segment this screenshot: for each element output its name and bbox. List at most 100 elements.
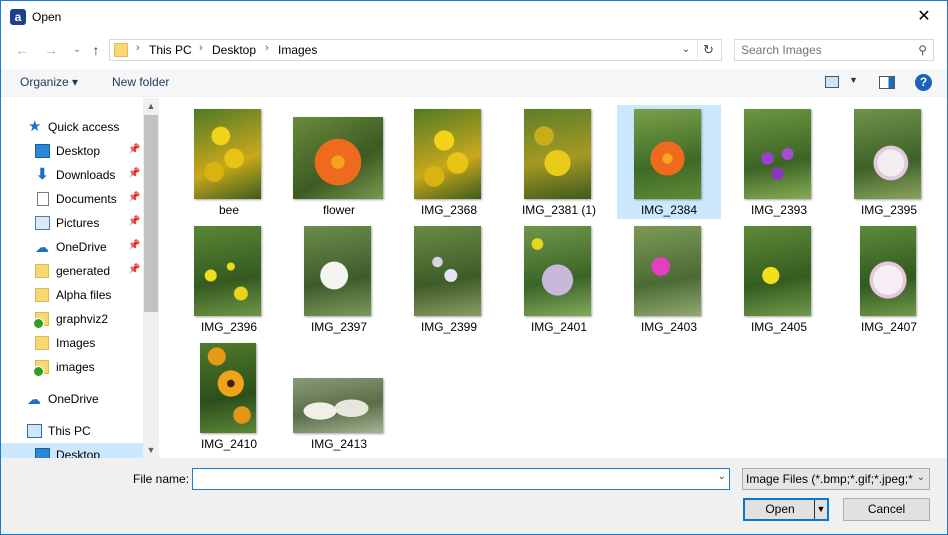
cloud-icon: ☁ <box>27 391 41 407</box>
command-bar: Organize ▾ New folder ▼ ? <box>1 69 947 97</box>
open-split-arrow-icon[interactable]: ▼ <box>814 500 827 519</box>
file-name-label: File name: <box>133 472 190 486</box>
image-thumbnail <box>634 226 701 316</box>
image-thumbnail <box>854 109 921 199</box>
image-thumbnail <box>524 109 591 199</box>
image-thumbnail <box>194 226 261 316</box>
file-item[interactable]: IMG_2399 <box>397 222 501 336</box>
file-type-value: Image Files (*.bmp;*.gif;*.jpeg;* <box>746 472 913 486</box>
file-item[interactable]: IMG_2403 <box>617 222 721 336</box>
file-type-select[interactable]: Image Files (*.bmp;*.gif;*.jpeg;* ⌄ <box>742 468 930 490</box>
file-item[interactable]: IMG_2368 <box>397 105 501 219</box>
image-thumbnail <box>414 109 481 199</box>
file-item[interactable]: IMG_2393 <box>727 105 831 219</box>
image-thumbnail <box>414 226 481 316</box>
computer-icon <box>27 424 42 438</box>
breadcrumb-images[interactable]: Images <box>278 43 317 57</box>
sidebar-item-images[interactable]: Images <box>1 331 143 355</box>
scroll-up-arrow-icon[interactable]: ▲ <box>143 98 159 114</box>
sidebar-item-generated[interactable]: generated 📌 <box>1 259 143 283</box>
sidebar-item-onedrive-root[interactable]: ☁ OneDrive <box>1 387 143 411</box>
folder-icon <box>35 336 49 350</box>
documents-icon <box>37 192 49 206</box>
folder-icon <box>114 43 128 57</box>
file-item[interactable]: IMG_2407 <box>837 222 941 336</box>
image-thumbnail <box>744 226 811 316</box>
footer-panel: File name: ⌄ Image Files (*.bmp;*.gif;*.… <box>1 458 947 534</box>
preview-pane-icon[interactable] <box>879 76 895 89</box>
open-button[interactable]: Open ▼ <box>743 498 829 521</box>
image-thumbnail <box>304 226 371 316</box>
image-thumbnail <box>634 109 701 199</box>
forward-button[interactable]: → <box>41 41 61 59</box>
file-item[interactable]: IMG_2401 <box>507 222 611 336</box>
sidebar-item-alpha-files[interactable]: Alpha files <box>1 283 143 307</box>
file-name-input[interactable] <box>193 469 708 489</box>
file-item[interactable]: IMG_2413 <box>287 339 391 453</box>
sidebar-item-onedrive[interactable]: ☁ OneDrive 📌 <box>1 235 143 259</box>
sidebar-item-images-synced[interactable]: images <box>1 355 143 379</box>
title-bar: a Open ✕ <box>1 1 947 33</box>
help-icon[interactable]: ? <box>915 74 932 91</box>
pin-icon: 📌 <box>128 144 141 155</box>
cancel-button[interactable]: Cancel <box>843 498 930 521</box>
sidebar-item-graphviz2[interactable]: graphviz2 <box>1 307 143 331</box>
image-thumbnail <box>194 109 261 199</box>
navigation-pane: ★ Quick access Desktop 📌 ⬇ Downloads 📌 D… <box>1 98 159 458</box>
search-input[interactable] <box>735 40 905 60</box>
close-button[interactable]: ✕ <box>901 1 947 33</box>
chevron-down-icon[interactable]: ▼ <box>849 75 858 85</box>
chevron-down-icon: ⌄ <box>916 472 925 483</box>
sidebar-item-documents[interactable]: Documents 📌 <box>1 187 143 211</box>
cloud-icon: ☁ <box>35 239 49 255</box>
file-item[interactable]: IMG_2395 <box>837 105 941 219</box>
sidebar-item-pictures[interactable]: Pictures 📌 <box>1 211 143 235</box>
organize-menu[interactable]: Organize ▾ <box>20 75 78 89</box>
recent-locations-button[interactable]: ⌄ <box>67 41 87 59</box>
chevron-down-icon[interactable]: ⌄ <box>677 41 695 59</box>
file-item[interactable]: IMG_2397 <box>287 222 391 336</box>
back-button[interactable]: ← <box>12 41 32 59</box>
sidebar-item-desktop[interactable]: Desktop 📌 <box>1 139 143 163</box>
file-item[interactable]: IMG_2410 <box>177 339 281 453</box>
sidebar-item-this-pc[interactable]: This PC <box>1 419 143 443</box>
desktop-icon <box>35 448 50 458</box>
image-thumbnail <box>860 226 916 316</box>
sidebar-scrollbar[interactable]: ▲ ▼ <box>143 98 159 458</box>
file-item[interactable]: IMG_2405 <box>727 222 831 336</box>
address-bar[interactable]: › This PC › Desktop › Images ⌄ ↻ <box>109 39 722 61</box>
breadcrumb-desktop[interactable]: Desktop <box>212 43 256 57</box>
sidebar-item-quick-access[interactable]: ★ Quick access <box>1 115 143 139</box>
folder-icon <box>35 288 49 302</box>
file-item[interactable]: bee <box>177 105 281 219</box>
scroll-thumb[interactable] <box>144 115 158 312</box>
file-item[interactable]: flower <box>287 105 391 219</box>
pictures-icon <box>35 216 50 230</box>
pin-icon: 📌 <box>128 192 141 203</box>
download-icon: ⬇ <box>36 166 49 183</box>
new-folder-button[interactable]: New folder <box>112 75 169 89</box>
app-icon: a <box>10 9 26 25</box>
image-thumbnail <box>200 343 256 433</box>
synced-folder-icon <box>33 312 49 329</box>
breadcrumb-this-pc[interactable]: This PC <box>149 43 192 57</box>
pin-icon: 📌 <box>128 240 141 251</box>
file-list: bee flower IMG_2368 IMG_2381 (1) IMG_238… <box>160 98 947 458</box>
open-dialog: a Open ✕ ← → ⌄ ↑ › This PC › Desktop › I… <box>0 0 948 535</box>
refresh-button[interactable]: ↻ <box>697 40 719 60</box>
image-thumbnail <box>293 117 383 199</box>
sidebar-item-downloads[interactable]: ⬇ Downloads 📌 <box>1 163 143 187</box>
desktop-icon <box>35 144 50 158</box>
file-item[interactable]: IMG_2381 (1) <box>507 105 611 219</box>
file-item[interactable]: IMG_2396 <box>177 222 281 336</box>
navigation-row: ← → ⌄ ↑ › This PC › Desktop › Images ⌄ ↻… <box>1 37 947 63</box>
pin-icon: 📌 <box>128 216 141 227</box>
search-box: ⚲ <box>734 39 934 61</box>
scroll-down-arrow-icon[interactable]: ▼ <box>143 442 159 458</box>
image-thumbnail <box>744 109 811 199</box>
sidebar-item-desktop-pc[interactable]: Desktop <box>1 443 143 458</box>
view-icon[interactable] <box>825 76 839 88</box>
up-button[interactable]: ↑ <box>86 41 106 59</box>
chevron-down-icon[interactable]: ⌄ <box>718 471 726 482</box>
file-item[interactable]: IMG_2384 <box>617 105 721 219</box>
